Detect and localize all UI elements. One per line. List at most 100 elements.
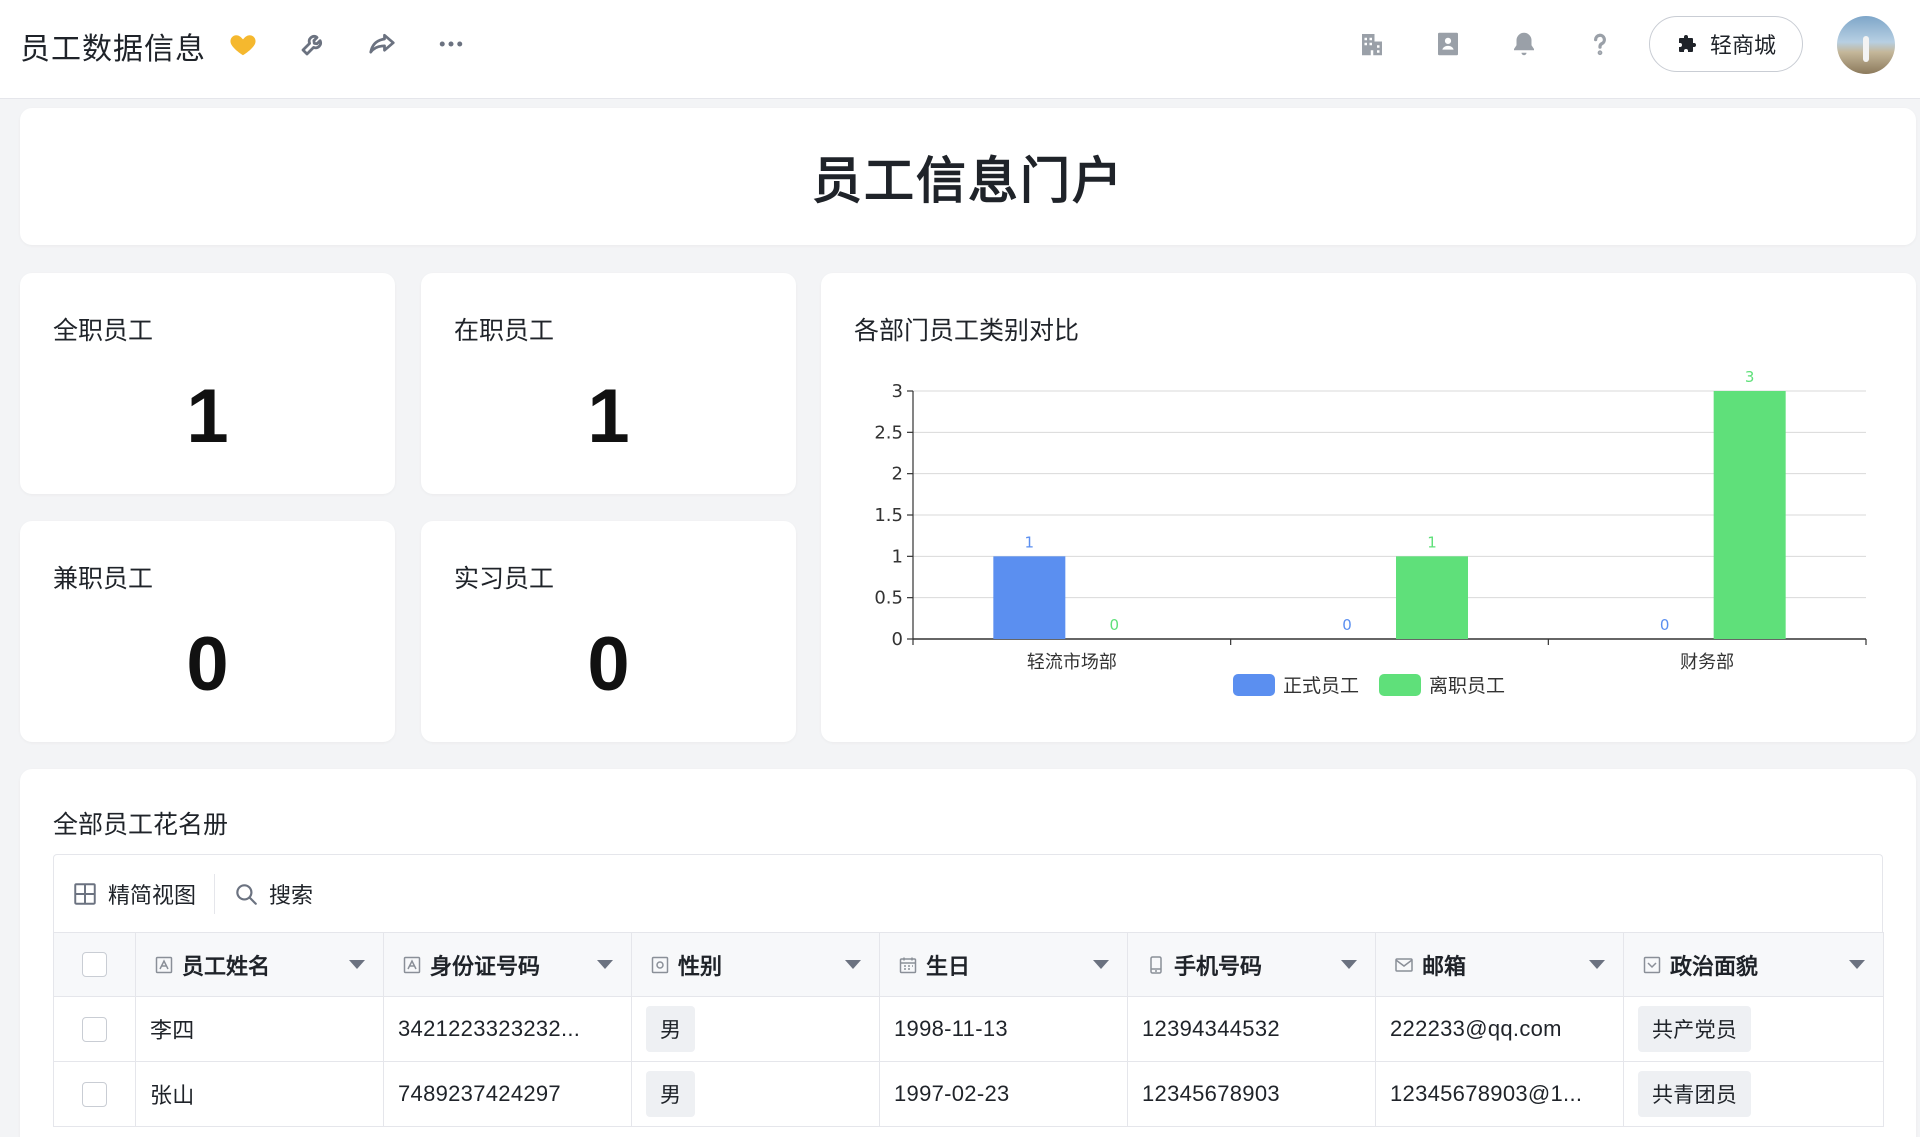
cell-political[interactable]: 共产党员 [1623,996,1884,1062]
legend-label: 离职员工 [1429,675,1505,697]
stat-label: 全职员工 [53,316,154,345]
select-all-checkbox[interactable] [82,952,107,978]
data-label: 1 [1427,533,1437,551]
building-icon[interactable] [1355,27,1389,61]
user-avatar[interactable] [1837,16,1895,74]
contacts-book-icon[interactable] [1431,27,1465,61]
data-label: 3 [1745,368,1755,386]
app-title: 员工数据信息 [20,32,206,67]
y-tick-label: 0.5 [874,588,903,609]
column-header-birthday[interactable]: 生日 [879,932,1128,997]
roster-title: 全部员工花名册 [53,810,229,839]
column-menu-caret-icon[interactable] [845,960,861,969]
x-category-label: 财务部 [1680,652,1734,673]
help-question-icon[interactable] [1583,27,1617,61]
cell-id-number[interactable]: 3421223323232... [383,996,632,1062]
stat-value: 1 [587,374,630,459]
chart-bar [1396,556,1468,639]
data-label: 0 [1660,616,1670,634]
cell-birthday[interactable]: 1997-02-23 [879,1061,1128,1127]
stat-value: 0 [587,622,630,707]
data-label: 1 [1025,533,1035,551]
text-field-icon [403,956,421,973]
radio-field-icon [651,956,669,973]
stat-card-parttime[interactable]: 兼职员工 0 [20,521,395,742]
grid-view-icon [74,882,96,905]
wrench-icon[interactable] [296,27,330,61]
y-tick-label: 2.5 [874,422,903,443]
row-checkbox[interactable] [82,1082,107,1108]
column-menu-caret-icon[interactable] [349,960,365,969]
column-header-phone[interactable]: 手机号码 [1127,932,1376,997]
cell-phone[interactable]: 12345678903 [1127,1061,1376,1127]
legend-label: 正式员工 [1283,675,1359,697]
cell-gender[interactable]: 男 [631,1061,880,1127]
column-menu-caret-icon[interactable] [1849,960,1865,969]
stat-card-active[interactable]: 在职员工 1 [421,273,796,494]
portal-title: 员工信息门户 [812,151,1124,210]
calendar-icon [899,957,917,973]
column-menu-caret-icon[interactable] [1093,960,1109,969]
search-icon [236,883,257,905]
stat-value: 0 [186,622,229,707]
search-label: 搜索 [269,883,314,909]
text-field-icon [155,956,173,973]
view-switch-label: 精简视图 [108,883,197,909]
roster-card: 全部员工花名册 精简视图 搜索 员工姓名 身份证号码 性别 生日 手机号码 邮箱… [20,769,1916,1137]
mall-button[interactable]: 轻商城 [1649,16,1803,72]
column-header-gender[interactable]: 性别 [631,932,880,997]
cell-phone[interactable]: 12394344532 [1127,996,1376,1062]
column-header-name[interactable]: 员工姓名 [135,932,384,997]
cell-name[interactable]: 张山 [135,1061,384,1127]
column-menu-caret-icon[interactable] [1341,960,1357,969]
x-category-label: 轻流市场部 [1027,652,1117,673]
stat-value: 1 [186,374,229,459]
table-row[interactable]: 张山 7489237424297 男 1997-02-23 1234567890… [53,1061,1884,1127]
select-all-cell [53,932,136,997]
select-field-icon [1643,956,1661,973]
roster-table: 员工姓名 身份证号码 性别 生日 手机号码 邮箱 政治面貌 李四 3421223… [53,932,1884,1127]
cell-political[interactable]: 共青团员 [1623,1061,1884,1127]
cell-name[interactable]: 李四 [135,996,384,1062]
notification-bell-icon[interactable] [1507,27,1541,61]
column-header-political[interactable]: 政治面貌 [1623,932,1884,997]
stat-card-fulltime[interactable]: 全职员工 1 [20,273,395,494]
gender-tag: 男 [646,1071,696,1117]
table-row[interactable]: 李四 3421223323232... 男 1998-11-13 1239434… [53,996,1884,1062]
column-header-email[interactable]: 邮箱 [1375,932,1624,997]
mall-button-label: 轻商城 [1709,34,1776,59]
chart-bar [1713,391,1786,639]
mail-icon [1395,957,1413,972]
more-dots-icon[interactable] [434,27,468,61]
political-tag: 共青团员 [1638,1071,1752,1117]
political-tag: 共产党员 [1638,1006,1752,1052]
search-button[interactable]: 搜索 [215,873,331,915]
y-tick-label: 3 [892,381,903,402]
stat-label: 实习员工 [454,564,555,593]
cell-gender[interactable]: 男 [631,996,880,1062]
top-bar: 员工数据信息 轻商城 [0,0,1920,99]
share-arrow-icon[interactable] [365,27,399,61]
stat-card-intern[interactable]: 实习员工 0 [421,521,796,742]
cell-email[interactable]: 222233@qq.com [1375,996,1624,1062]
department-chart-card: 各部门员工类别对比 0 0.5 1 1.5 2 2.5 3 轻流市场部 1 0 0 1 财务部 0 3 正式员… [821,273,1916,742]
y-tick-label: 0 [892,629,903,650]
column-header-id-number[interactable]: 身份证号码 [383,932,632,997]
legend-swatch [1379,674,1421,696]
column-menu-caret-icon[interactable] [597,960,613,969]
bar-chart: 0 0.5 1 1.5 2 2.5 3 轻流市场部 1 0 0 1 财务部 0 3 正式员工 离职员工 [874,368,1867,697]
puzzle-icon [1678,35,1696,52]
portal-banner: 员工信息门户 [20,108,1916,245]
cell-id-number[interactable]: 7489237424297 [383,1061,632,1127]
column-menu-caret-icon[interactable] [1589,960,1605,969]
cell-email[interactable]: 12345678903@1... [1375,1061,1624,1127]
roster-toolbar: 精简视图 搜索 [53,854,1883,932]
view-switch-button[interactable]: 精简视图 [54,873,214,915]
row-checkbox[interactable] [82,1017,107,1043]
stat-label: 在职员工 [454,316,555,345]
y-tick-label: 1.5 [874,505,903,526]
cell-birthday[interactable]: 1998-11-13 [879,996,1128,1062]
y-tick-label: 2 [892,464,903,485]
favorite-heart-icon[interactable] [226,27,260,61]
legend-swatch [1233,674,1275,696]
